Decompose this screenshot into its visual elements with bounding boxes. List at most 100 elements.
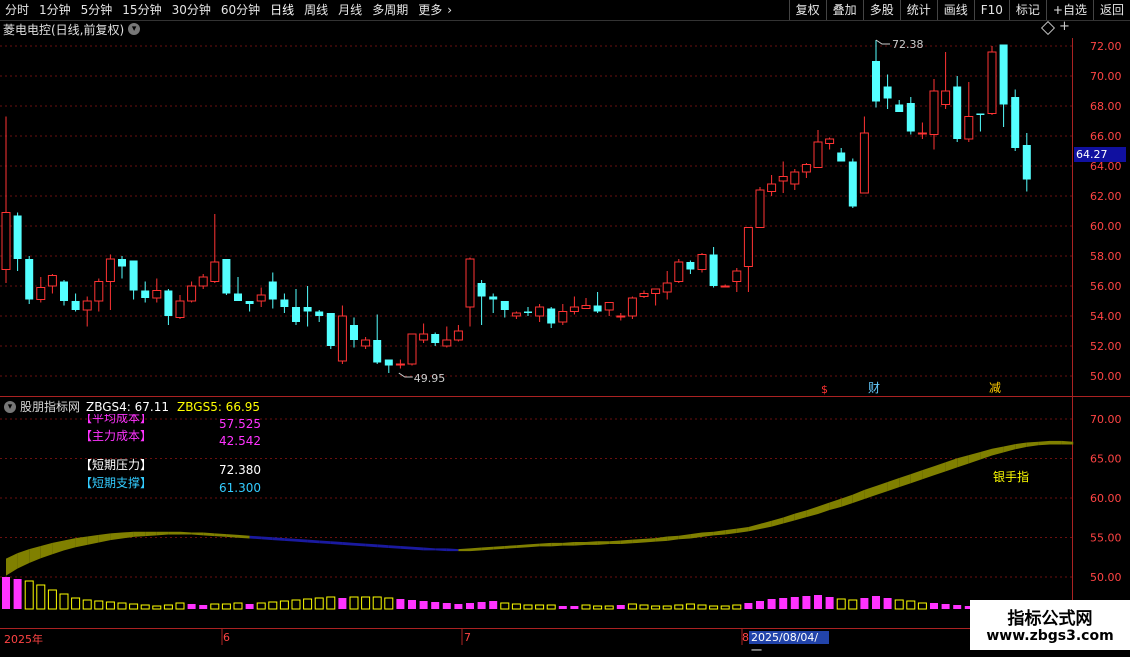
bar-magenta	[883, 598, 892, 609]
candle-body-up	[198, 276, 208, 287]
band-segment	[644, 538, 656, 543]
candle-body-down	[547, 308, 556, 324]
band-segment	[98, 533, 111, 543]
band-segment	[504, 545, 517, 549]
bar-magenta	[779, 598, 788, 609]
bar-yellow	[384, 597, 394, 610]
candle-body-up	[616, 315, 626, 318]
candle-body-down	[326, 313, 335, 346]
price-tick: 58.00	[1090, 250, 1122, 263]
band-segment	[342, 542, 354, 546]
candle-body-down	[953, 86, 962, 139]
indicator-name[interactable]: 股朋指标网	[20, 398, 80, 415]
candle-body-down	[234, 293, 242, 301]
band-segment	[481, 546, 494, 551]
band-segment	[771, 517, 784, 527]
band-segment	[934, 462, 946, 476]
band-segment	[864, 485, 876, 499]
bar-yellow	[314, 597, 324, 610]
candle-body-down	[431, 334, 440, 343]
band-segment	[458, 548, 470, 552]
watermark-url: www.zbgs3.com	[986, 628, 1114, 644]
bar-yellow	[59, 593, 69, 610]
bar-yellow	[639, 604, 649, 610]
bar-yellow	[279, 600, 289, 610]
kline-chart[interactable]: 72.0070.0068.0066.0064.0062.0060.0058.00…	[0, 0, 1130, 650]
candle-body-up	[395, 363, 405, 366]
candle-body-up	[442, 339, 452, 347]
candle-body-up	[535, 306, 545, 317]
candle-body-up	[767, 183, 777, 192]
band-segment	[64, 538, 76, 551]
price-tick: 72.00	[1090, 40, 1122, 53]
bar-magenta	[570, 606, 579, 609]
band-segment	[760, 520, 772, 530]
band-segment	[388, 545, 401, 549]
candle-body-up	[662, 282, 672, 293]
candle-body-up	[581, 305, 591, 309]
bar-magenta	[744, 603, 753, 609]
candle-body-up	[82, 300, 92, 311]
band-segment	[1015, 442, 1027, 450]
candle-body-down	[350, 325, 358, 340]
bar-magenta	[187, 604, 196, 609]
ind-tick: 55.00	[1090, 532, 1122, 545]
band-segment	[1026, 441, 1039, 447]
band-segment	[945, 458, 958, 472]
band-segment	[156, 531, 169, 536]
band-segment	[806, 506, 818, 518]
band-segment	[1050, 440, 1062, 445]
candle-body-down	[118, 259, 126, 267]
band-segment	[702, 531, 714, 537]
bar-yellow	[82, 599, 92, 610]
bar-yellow	[581, 604, 591, 610]
bar-yellow	[604, 605, 614, 610]
price-tick: 60.00	[1090, 220, 1122, 233]
high-pointer	[875, 39, 890, 45]
band-segment	[922, 466, 934, 480]
bar-yellow	[303, 598, 313, 610]
band-segment	[29, 545, 41, 563]
candle-body-down	[872, 61, 880, 102]
candle-body-down	[848, 161, 857, 207]
bar-magenta	[860, 598, 869, 609]
candle-body-up	[813, 141, 823, 168]
band-segment	[87, 534, 99, 545]
bar-yellow	[546, 604, 556, 610]
bar-yellow	[697, 604, 707, 610]
candles	[1, 40, 1031, 373]
band-segment	[992, 446, 1004, 456]
band-segment	[272, 537, 285, 541]
band-segment	[191, 532, 204, 536]
indicator-menu-icon[interactable]: ▾	[4, 400, 16, 413]
band-segment	[377, 544, 389, 548]
bar-yellow	[535, 604, 545, 610]
bar-magenta	[408, 600, 416, 609]
candle-body-up	[47, 275, 57, 287]
candle-body-up	[697, 254, 707, 270]
candle-body-down	[686, 262, 695, 270]
candle-body-up	[929, 90, 939, 135]
band-segment	[52, 540, 64, 555]
candle-body-up	[1, 212, 11, 270]
candle-body-up	[743, 227, 753, 267]
candle-body-up	[604, 302, 614, 311]
price-tick: 62.00	[1090, 190, 1122, 203]
annotations: 72.38 49.95 $ 财 减	[398, 38, 1001, 396]
candle-body-down	[25, 259, 34, 300]
candle-body-up	[825, 138, 835, 144]
candle-body-up	[755, 189, 765, 228]
band-segment	[365, 543, 378, 548]
candle-body-up	[732, 270, 742, 282]
band-segment	[17, 549, 30, 569]
bar-yellow	[47, 589, 57, 610]
bar-magenta	[2, 577, 10, 609]
watermark-title: 指标公式网	[1007, 609, 1093, 629]
band-segment	[829, 498, 842, 511]
band-segment	[168, 531, 180, 535]
candle-body-up	[419, 333, 429, 341]
bar-magenta	[396, 599, 405, 609]
band-segment	[180, 531, 192, 535]
ind-tick: 70.00	[1090, 413, 1122, 426]
band-segment	[551, 542, 563, 547]
